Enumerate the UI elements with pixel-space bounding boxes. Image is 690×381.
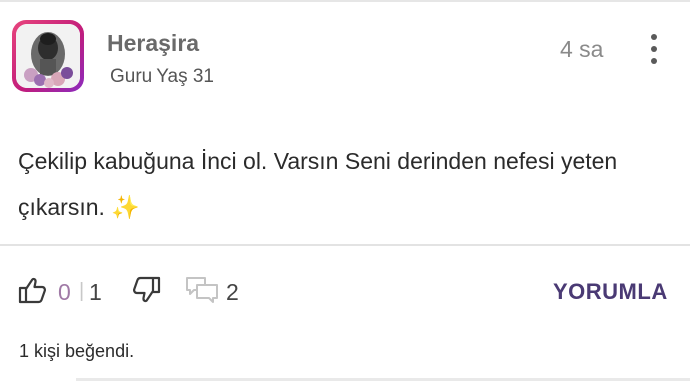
speech-bubbles-icon (186, 277, 218, 303)
author-meta: Guru Yaş 31 (110, 66, 214, 88)
author-rank: Guru (110, 66, 153, 87)
author-age: Yaş 31 (156, 66, 214, 87)
avatar-image (16, 24, 80, 88)
count-separator: | (79, 280, 85, 302)
thumbs-down-icon (133, 276, 161, 303)
more-vertical-icon-dot (651, 46, 657, 52)
more-options-button[interactable] (642, 34, 666, 64)
likes-summary[interactable]: 1 kişi beğendi. (19, 341, 134, 362)
dislike-button[interactable] (131, 274, 163, 306)
more-vertical-icon-dot (651, 58, 657, 64)
more-vertical-icon (651, 34, 657, 40)
author-username[interactable]: Heraşira (107, 30, 199, 57)
action-bar: 0 | 1 2 YORUMLA (0, 268, 690, 316)
like-count: 0 (58, 279, 71, 305)
thumbs-up-icon (18, 277, 46, 304)
comment-count: 2 (226, 279, 239, 305)
comment-button[interactable] (184, 274, 220, 306)
content-divider (0, 244, 690, 246)
post-body: Çekilip kabuğuna İnci ol. Varsın Seni de… (18, 148, 618, 220)
post-time: 4 sa (560, 36, 604, 62)
dislike-count: 1 (89, 279, 102, 305)
top-divider (0, 0, 690, 2)
like-button[interactable] (16, 274, 48, 306)
reply-button[interactable]: YORUMLA (553, 279, 668, 305)
avatar[interactable] (12, 20, 84, 92)
